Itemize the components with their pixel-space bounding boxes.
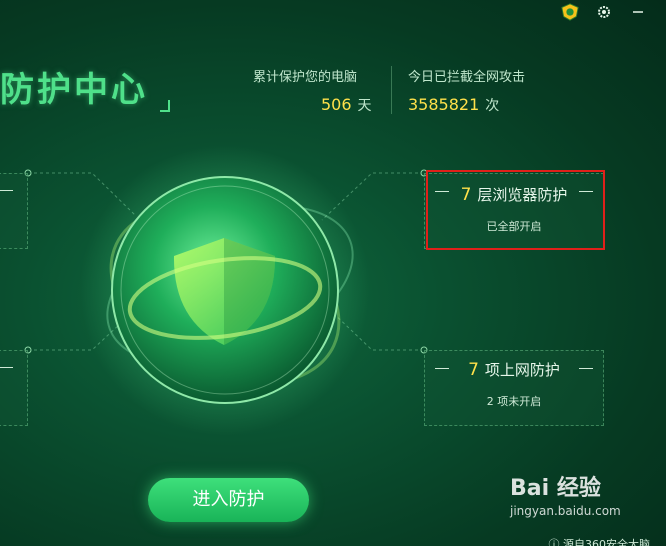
dash-decoration (579, 368, 593, 369)
info-icon: ⓘ (548, 538, 563, 546)
left-card-top[interactable] (0, 173, 28, 249)
footer-source: ⓘ 源自360安全大脑 (549, 536, 651, 546)
internet-protection-card[interactable]: 7 项上网防护 2 项未开启 (424, 350, 604, 426)
footer-text: 源自360安全大脑 (563, 538, 650, 546)
card-label: 项上网防护 (484, 361, 560, 379)
watermark-url: jingyan.baidu.com (510, 504, 621, 518)
card-title: 7 项上网防护 (425, 359, 603, 380)
enter-protection-button[interactable]: 进入防护 (148, 478, 309, 522)
watermark: Bai 经验 jingyan.baidu.com (510, 470, 660, 518)
card-subtitle: 2 项未开启 (486, 395, 542, 408)
highlight-box (426, 170, 605, 250)
shield-orb-graphic (24, 145, 428, 435)
watermark-brand: Bai 经验 (510, 476, 601, 501)
left-card-bottom[interactable] (0, 350, 28, 426)
card-count: 7 (468, 360, 479, 380)
